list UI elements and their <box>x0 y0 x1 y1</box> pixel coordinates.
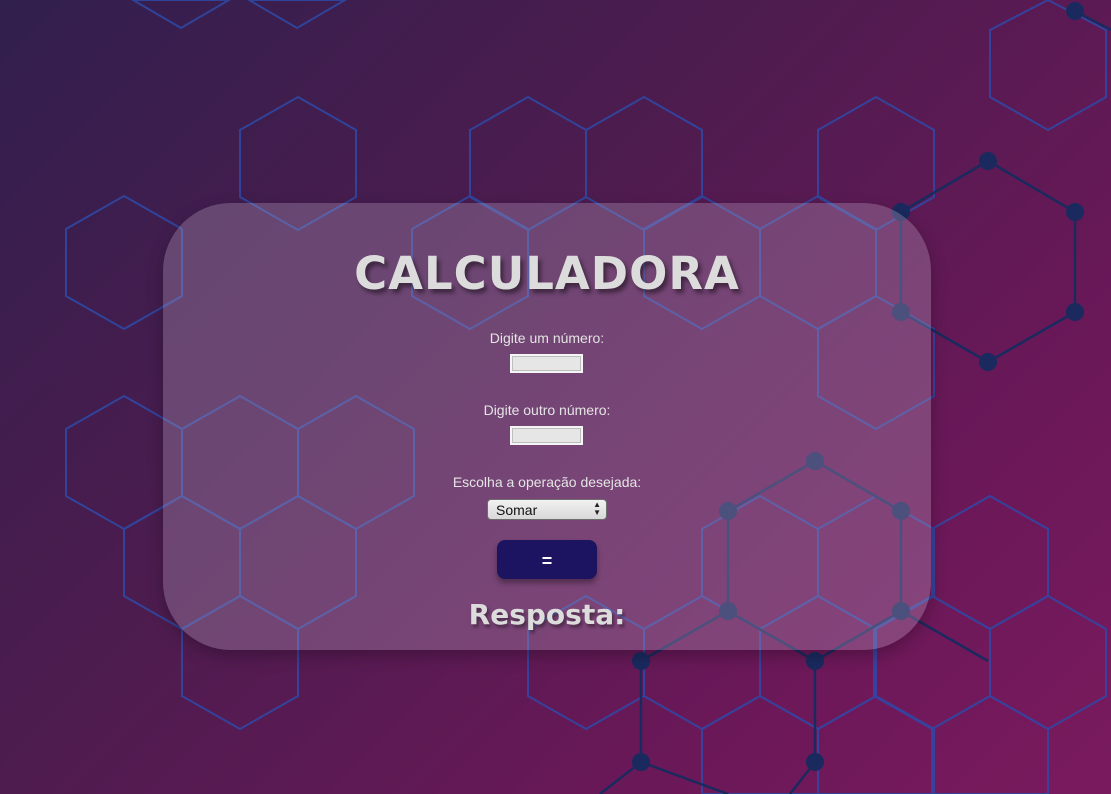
updown-arrows-icon: ▲ ▼ <box>593 500 601 517</box>
page-title: CALCULADORA <box>354 247 740 300</box>
first-number-input[interactable] <box>510 354 583 373</box>
equals-button[interactable]: = <box>497 540 597 579</box>
operation-select[interactable]: Somar ▲ ▼ <box>487 499 607 520</box>
operation-label: Escolha a operação desejada: <box>452 474 642 490</box>
first-number-label: Digite um número: <box>489 330 605 346</box>
second-number-input[interactable] <box>510 426 583 445</box>
answer-label: Resposta: <box>468 598 626 631</box>
calculator-card: CALCULADORA Digite um número: Digite out… <box>163 203 931 650</box>
second-number-label: Digite outro número: <box>483 402 611 418</box>
operation-selected-value: Somar <box>496 502 538 518</box>
